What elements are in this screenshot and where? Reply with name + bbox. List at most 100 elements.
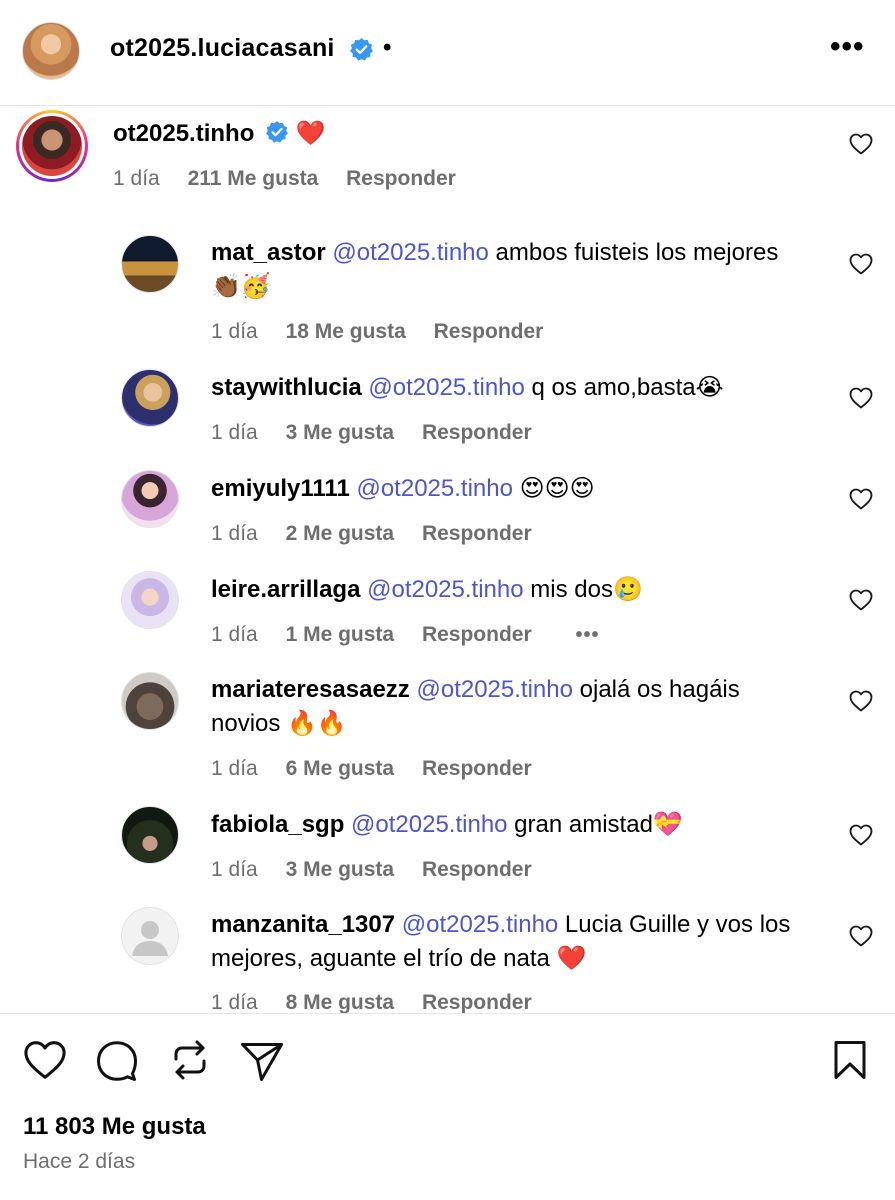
comment-likes[interactable]: 3 Me gusta xyxy=(286,421,395,444)
like-comment-heart-icon[interactable] xyxy=(849,133,873,155)
comment-likes[interactable]: 6 Me gusta xyxy=(286,757,395,780)
reply-button[interactable]: Responder xyxy=(422,421,532,444)
comment-username[interactable]: emiyuly1111 xyxy=(211,475,350,502)
comment-body: manzanita_1307 @ot2025.tinho Lucia Guill… xyxy=(211,908,811,976)
verified-badge-icon xyxy=(265,120,289,144)
commenter-avatar[interactable] xyxy=(121,369,179,427)
mention-link[interactable]: @ot2025.tinho xyxy=(332,239,488,266)
repost-icon[interactable] xyxy=(171,1039,209,1081)
comment-meta: 1 día 211 Me gusta Responder xyxy=(113,167,456,191)
mention-link[interactable]: @ot2025.tinho xyxy=(351,811,507,838)
comment-text: mis dos🥲 xyxy=(523,576,643,603)
comment-meta: 1 día 6 Me gusta Responder xyxy=(211,757,532,781)
like-comment-heart-icon[interactable] xyxy=(849,387,873,409)
comment-body: ot2025.tinho ❤️ xyxy=(113,117,813,151)
comment-time: 1 día xyxy=(113,167,160,190)
reply-button[interactable]: Responder xyxy=(422,623,532,646)
reply-button[interactable]: Responder xyxy=(434,320,544,343)
comment-body: mariateresasaezz @ot2025.tinho ojalá os … xyxy=(211,673,811,741)
comment-meta: 1 día 3 Me gusta Responder xyxy=(211,858,532,882)
comment-body: emiyuly1111 @ot2025.tinho 😍😍😍 xyxy=(211,472,811,506)
post-timestamp: Hace 2 días xyxy=(23,1150,136,1173)
reply-button[interactable]: Responder xyxy=(422,858,532,881)
reply-item: leire.arrillaga @ot2025.tinho mis dos🥲 1… xyxy=(0,571,895,661)
comment-username[interactable]: manzanita_1307 xyxy=(211,911,395,938)
comment-username[interactable]: mariateresasaezz xyxy=(211,676,410,703)
author-avatar[interactable] xyxy=(22,22,80,80)
commenter-avatar[interactable] xyxy=(121,235,179,293)
comment-icon[interactable] xyxy=(96,1040,138,1082)
comment-time: 1 día xyxy=(211,522,258,545)
comment-main: ot2025.tinho ❤️ 1 día 211 Me gusta Respo… xyxy=(0,107,895,207)
like-comment-heart-icon[interactable] xyxy=(849,925,873,947)
commenter-avatar[interactable] xyxy=(121,470,179,528)
comment-likes[interactable]: 18 Me gusta xyxy=(286,320,406,343)
reply-item: mariateresasaezz @ot2025.tinho ojalá os … xyxy=(0,672,895,792)
comment-body: staywithlucia @ot2025.tinho q os amo,bas… xyxy=(211,371,811,405)
comment-body: fabiola_sgp @ot2025.tinho gran amistad💝 xyxy=(211,808,811,842)
story-ring-avatar[interactable] xyxy=(16,110,88,182)
comment-username[interactable]: ot2025.tinho xyxy=(113,120,254,147)
comment-likes[interactable]: 3 Me gusta xyxy=(286,858,395,881)
comment-likes[interactable]: 1 Me gusta xyxy=(286,623,395,646)
separator-dot: • xyxy=(383,34,392,61)
reply-item: manzanita_1307 @ot2025.tinho Lucia Guill… xyxy=(0,907,895,1013)
comment-username[interactable]: fabiola_sgp xyxy=(211,811,344,838)
comment-text: q os amo,basta😭 xyxy=(524,374,724,401)
like-comment-heart-icon[interactable] xyxy=(849,690,873,712)
commenter-avatar[interactable] xyxy=(121,571,179,629)
like-comment-heart-icon[interactable] xyxy=(849,253,873,275)
comment-meta: 1 día 8 Me gusta Responder xyxy=(211,991,532,1013)
comment-time: 1 día xyxy=(211,421,258,444)
reply-button[interactable]: Responder xyxy=(422,757,532,780)
comment-text: gran amistad💝 xyxy=(507,811,683,838)
like-comment-heart-icon[interactable] xyxy=(849,488,873,510)
divider xyxy=(0,1013,895,1014)
comment-likes[interactable]: 211 Me gusta xyxy=(188,167,319,190)
like-comment-heart-icon[interactable] xyxy=(849,589,873,611)
comment-meta: 1 día 18 Me gusta Responder xyxy=(211,320,543,344)
default-user-icon xyxy=(132,921,168,956)
share-icon[interactable] xyxy=(240,1040,284,1082)
heart-icon[interactable] xyxy=(23,1040,67,1080)
reply-item: emiyuly1111 @ot2025.tinho 😍😍😍 1 día 2 Me… xyxy=(0,470,895,560)
comment-username[interactable]: staywithlucia xyxy=(211,374,362,401)
commenter-avatar[interactable] xyxy=(121,806,179,864)
commenter-avatar xyxy=(22,116,82,176)
comment-time: 1 día xyxy=(211,991,258,1013)
mention-link[interactable]: @ot2025.tinho xyxy=(367,576,523,603)
comment-time: 1 día xyxy=(211,858,258,881)
comment-meta: 1 día 2 Me gusta Responder xyxy=(211,522,532,546)
bookmark-icon[interactable] xyxy=(833,1040,867,1080)
like-comment-heart-icon[interactable] xyxy=(849,824,873,846)
comment-text: ❤️ xyxy=(295,120,326,147)
more-options-icon[interactable]: ••• xyxy=(830,30,865,64)
reply-item: mat_astor @ot2025.tinho ambos fuisteis l… xyxy=(0,235,895,355)
comments-list[interactable]: ot2025.tinho ❤️ 1 día 211 Me gusta Respo… xyxy=(0,107,895,1013)
mention-link[interactable]: @ot2025.tinho xyxy=(368,374,524,401)
comment-meta: 1 día 3 Me gusta Responder xyxy=(211,421,532,445)
mention-link[interactable]: @ot2025.tinho xyxy=(356,475,512,502)
comment-time: 1 día xyxy=(211,623,258,646)
comment-more-options-icon[interactable]: ••• xyxy=(575,624,599,646)
comment-username[interactable]: leire.arrillaga xyxy=(211,576,360,603)
mention-link[interactable]: @ot2025.tinho xyxy=(416,676,572,703)
comment-likes[interactable]: 2 Me gusta xyxy=(286,522,395,545)
comment-username[interactable]: mat_astor xyxy=(211,239,326,266)
reply-item: fabiola_sgp @ot2025.tinho gran amistad💝 … xyxy=(0,806,895,896)
comment-body: leire.arrillaga @ot2025.tinho mis dos🥲 xyxy=(211,573,811,607)
default-avatar[interactable] xyxy=(121,907,179,965)
post-likes-count[interactable]: 11 803 Me gusta xyxy=(23,1113,206,1141)
verified-badge-icon xyxy=(349,37,374,62)
reply-button[interactable]: Responder xyxy=(422,991,532,1013)
reply-button[interactable]: Responder xyxy=(346,167,456,190)
comment-likes[interactable]: 8 Me gusta xyxy=(286,991,395,1013)
commenter-avatar[interactable] xyxy=(121,672,179,730)
author-username[interactable]: ot2025.luciacasani xyxy=(110,34,335,63)
comment-time: 1 día xyxy=(211,320,258,343)
comment-text: 😍😍😍 xyxy=(512,475,595,502)
mention-link[interactable]: @ot2025.tinho xyxy=(402,911,558,938)
comment-meta: 1 día 1 Me gusta Responder ••• xyxy=(211,623,599,647)
comment-body: mat_astor @ot2025.tinho ambos fuisteis l… xyxy=(211,236,811,304)
reply-button[interactable]: Responder xyxy=(422,522,532,545)
